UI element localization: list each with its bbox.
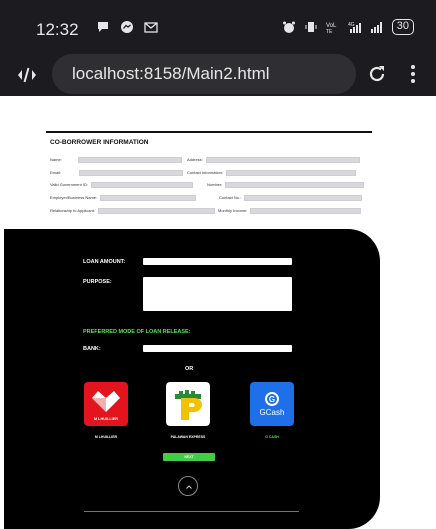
employer-label: Employer/Business Name:	[50, 195, 98, 200]
battery-icon: 30	[391, 19, 414, 35]
svg-text:TE: TE	[326, 29, 333, 34]
release-mode-label: PREFERRED MODE OF LOAN RELEASE:	[83, 329, 191, 335]
site-info-icon[interactable]	[16, 64, 38, 86]
mlhuillier-option[interactable]: M LHUILLIER	[84, 382, 128, 426]
email-label: Email:	[50, 170, 62, 175]
number-row: Number:	[207, 181, 365, 188]
vibrate-icon	[305, 22, 317, 32]
chat-bubble-icon	[98, 22, 108, 32]
loan-amount-label: LOAN AMOUNT:	[83, 259, 126, 265]
email-field[interactable]	[79, 169, 184, 176]
gcash-caption: G CASH	[265, 435, 279, 439]
more-menu-icon[interactable]	[410, 64, 416, 84]
contact-info-row: Contact Information:	[187, 169, 357, 176]
mlhuillier-logo-text: M LHUILLIER	[94, 417, 118, 421]
email-row: Email:	[50, 169, 184, 176]
monthly-income-field[interactable]	[250, 207, 362, 214]
svg-text:G: G	[269, 395, 275, 404]
alarm-icon	[282, 21, 295, 33]
employer-field[interactable]	[100, 194, 197, 201]
volte-icon: VoLTE	[326, 23, 337, 34]
contact-info-label: Contact Information:	[187, 170, 224, 175]
relationship-field[interactable]	[97, 207, 215, 214]
contact-no-field[interactable]	[244, 194, 363, 201]
contact-no-label: Contact No.:	[219, 195, 242, 200]
status-time: 12:32	[36, 20, 79, 39]
purpose-label: PURPOSE:	[83, 279, 112, 285]
next-button[interactable]: NEXT	[163, 453, 215, 461]
name-row: Name:	[50, 156, 182, 163]
palawan-logo-icon	[175, 390, 202, 420]
4g-signal-icon: 4G	[348, 22, 361, 33]
web-page: CO-BORROWER INFORMATION Name: Address: E…	[0, 96, 436, 529]
name-label: Name:	[50, 157, 62, 162]
address-label: Address:	[187, 157, 203, 162]
reload-icon[interactable]	[367, 64, 387, 84]
relationship-row: Relationship to Applicant:	[50, 207, 215, 214]
scroll-top-button[interactable]	[178, 476, 198, 496]
bottom-divider	[84, 511, 299, 512]
bank-input[interactable]	[143, 345, 292, 352]
name-field[interactable]	[77, 156, 182, 163]
gov-id-label: Valid Government ID:	[50, 182, 88, 187]
gov-id-row: Valid Government ID:	[50, 181, 193, 188]
gcash-logo-text: GCash	[260, 408, 285, 417]
contact-no-row: Contact No.:	[219, 194, 363, 201]
palawan-option[interactable]	[166, 382, 210, 426]
gmail-icon	[144, 22, 158, 33]
address-bar[interactable]: localhost:8158/Main2.html	[52, 54, 356, 94]
mlhuillier-logo-icon: M LHUILLIER	[92, 391, 120, 421]
number-field[interactable]	[225, 181, 365, 188]
gcash-option[interactable]: G GCash	[250, 382, 294, 426]
browser-toolbar: localhost:8158/Main2.html	[0, 54, 436, 96]
co-borrower-title: CO-BORROWER INFORMATION	[50, 139, 149, 146]
or-separator: OR	[185, 366, 194, 372]
address-field[interactable]	[205, 156, 360, 163]
employer-row: Employer/Business Name:	[50, 194, 197, 201]
palawan-caption: PALAWAN EXPRESS	[170, 435, 206, 439]
monthly-income-row: Monthly Income:	[218, 207, 362, 214]
url-text: localhost:8158/Main2.html	[72, 64, 270, 83]
loan-details-card: LOAN AMOUNT: PURPOSE: PREFERRED MODE OF …	[4, 229, 380, 529]
relationship-label: Relationship to Applicant:	[50, 208, 95, 213]
section-divider	[46, 131, 372, 133]
purpose-textarea[interactable]	[143, 277, 292, 311]
loan-amount-input[interactable]	[143, 258, 292, 265]
monthly-income-label: Monthly Income:	[218, 208, 248, 213]
number-label: Number:	[207, 182, 223, 187]
mlhuillier-caption: M LHUILLIER	[94, 435, 118, 439]
gov-id-field[interactable]	[90, 181, 193, 188]
messenger-icon	[121, 21, 133, 33]
status-bar: 12:32 VoL TE 4G 30	[0, 0, 436, 54]
bank-label: BANK:	[83, 346, 101, 352]
address-row: Address:	[187, 156, 360, 163]
contact-info-field[interactable]	[226, 169, 357, 176]
gcash-logo-icon: G GCash	[260, 392, 285, 417]
chevron-up-icon	[186, 485, 192, 489]
signal-icon	[370, 22, 382, 33]
